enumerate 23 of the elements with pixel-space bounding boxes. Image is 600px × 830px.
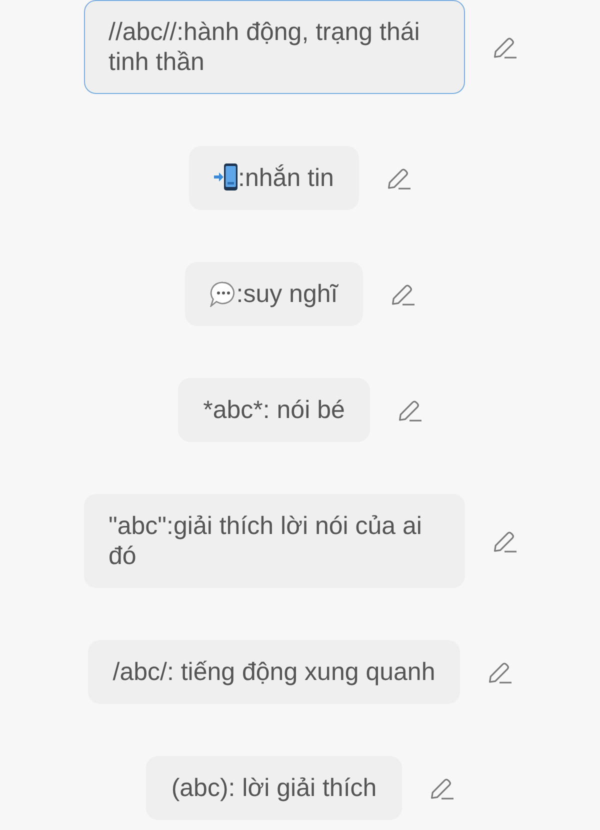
message-text: :nhắn tin: [238, 164, 334, 192]
message-bubble[interactable]: "abc":giải thích lời nói của ai đó: [84, 494, 464, 588]
message-text: (abc): lời giải thích: [171, 774, 377, 802]
message-text: /abc/: tiếng động xung quanh: [112, 658, 436, 686]
message-text: *abc*: nói bé: [203, 396, 345, 424]
message-bubble[interactable]: /abc/: tiếng động xung quanh: [88, 640, 460, 704]
message-text: //abc//:hành động, trạng thái tinh thần: [108, 18, 420, 76]
phone-arrow-icon: [214, 163, 238, 191]
edit-icon[interactable]: [398, 398, 422, 422]
message-bubble[interactable]: :suy nghĩ: [185, 262, 363, 326]
edit-icon[interactable]: [492, 530, 516, 552]
speech-bubble-icon: [210, 281, 236, 307]
message-bubble[interactable]: *abc*: nói bé: [178, 378, 370, 442]
message-text: "abc":giải thích lời nói của ai đó: [108, 512, 422, 570]
edit-icon[interactable]: [430, 776, 454, 800]
edit-icon[interactable]: [390, 282, 415, 306]
message-bubble[interactable]: (abc): lời giải thích: [146, 756, 402, 820]
edit-icon[interactable]: [492, 36, 516, 58]
message-text: :suy nghĩ: [236, 280, 338, 308]
message-bubble[interactable]: :nhắn tin: [189, 146, 359, 210]
edit-icon[interactable]: [488, 660, 512, 684]
message-bubble[interactable]: //abc//:hành động, trạng thái tinh thần: [84, 0, 464, 94]
edit-icon[interactable]: [386, 166, 411, 190]
